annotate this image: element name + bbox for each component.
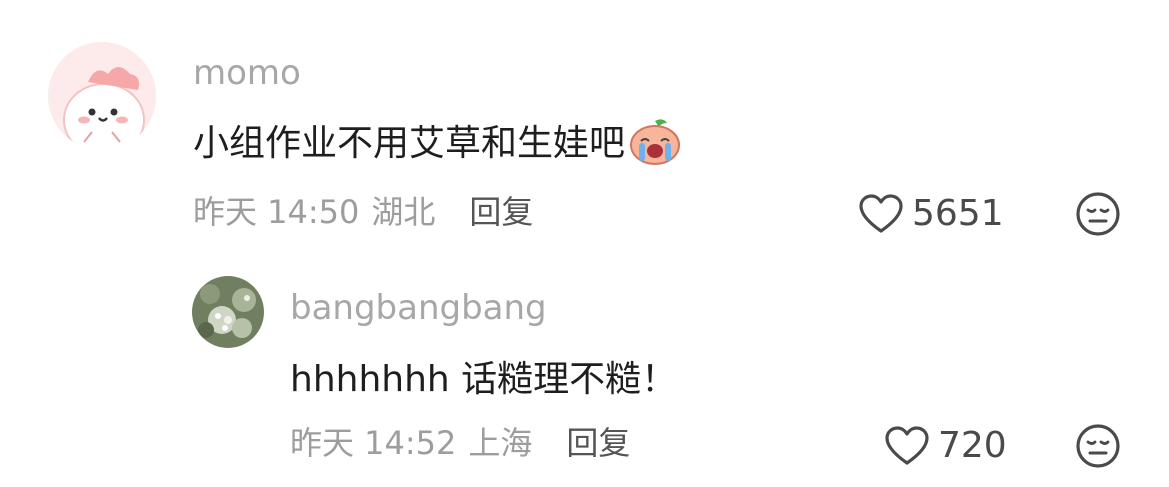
comment-location: 湖北 bbox=[371, 193, 436, 231]
crying-peach-emoji-icon bbox=[627, 117, 683, 172]
reply-button[interactable]: 回复 bbox=[566, 427, 630, 459]
comment-time: 昨天 14:52 bbox=[290, 424, 457, 462]
like-button[interactable]: 5651 bbox=[858, 193, 1004, 235]
avatar[interactable] bbox=[192, 276, 264, 348]
meh-face-icon bbox=[1076, 192, 1120, 236]
meh-face-icon bbox=[1076, 424, 1120, 468]
like-count: 720 bbox=[938, 425, 1007, 466]
comment-text: hhhhhhh 话糙理不糙！ bbox=[290, 358, 677, 402]
comment-text-body: 小组作业不用艾草和生娃吧 bbox=[193, 123, 626, 164]
comment-item: momo 小组作业不用艾草和生娃吧 昨天 14:50 湖北 回复 5651 bbox=[0, 0, 1169, 260]
comment-meta: 昨天 14:52 上海 回复 bbox=[290, 426, 630, 460]
heart-outline-icon bbox=[859, 194, 903, 233]
avatar-pink-character-icon bbox=[48, 42, 156, 150]
heart-outline-icon bbox=[885, 426, 929, 465]
like-count: 5651 bbox=[912, 193, 1004, 234]
avatar-flower-photo-icon bbox=[192, 276, 264, 348]
comment-text-body: hhhhhhh 话糙理不糙！ bbox=[290, 359, 678, 400]
comment-time: 昨天 14:50 bbox=[193, 193, 360, 231]
reply-comment-item: bangbangbang hhhhhhh 话糙理不糙！ 昨天 14:52 上海 … bbox=[0, 260, 1169, 487]
username[interactable]: bangbangbang bbox=[290, 291, 547, 325]
reply-button[interactable]: 回复 bbox=[469, 196, 533, 228]
dislike-button[interactable] bbox=[1075, 191, 1121, 237]
like-button[interactable]: 720 bbox=[884, 425, 1007, 467]
comment-meta: 昨天 14:50 湖北 回复 bbox=[193, 195, 533, 229]
dislike-button[interactable] bbox=[1075, 423, 1121, 469]
comment-text: 小组作业不用艾草和生娃吧 bbox=[193, 118, 683, 166]
comment-location: 上海 bbox=[468, 424, 533, 462]
avatar[interactable] bbox=[48, 42, 156, 150]
username[interactable]: momo bbox=[193, 56, 301, 90]
